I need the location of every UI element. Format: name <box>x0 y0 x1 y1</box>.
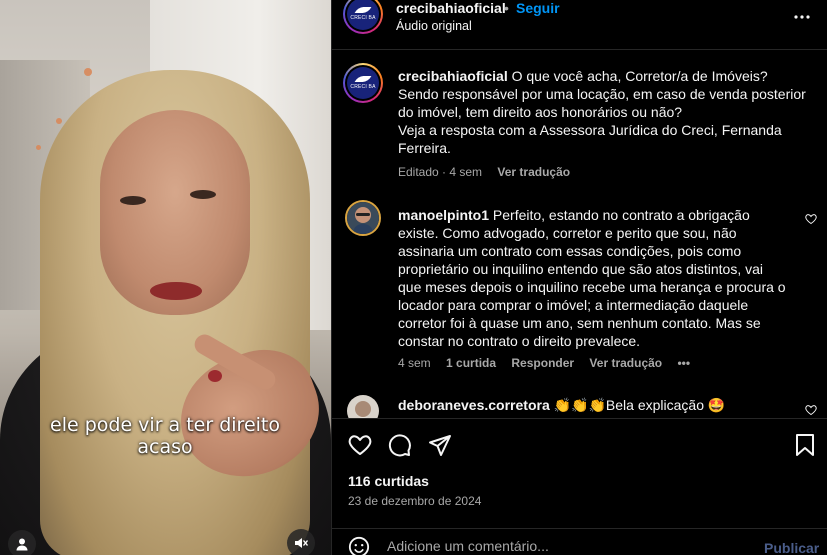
video-caption: ele pode vir a ter direito acaso <box>20 414 310 458</box>
follow-button[interactable]: Seguir <box>516 0 560 16</box>
person-eye <box>120 196 146 205</box>
user-icon <box>16 538 28 551</box>
video-caption-line: acaso <box>137 436 193 458</box>
post-header: CRECI BA crecibahiaoficial • Seguir Áudi… <box>332 0 827 50</box>
video-caption-line: ele pode vir a ter direito <box>50 414 280 436</box>
header-username[interactable]: crecibahiaoficial <box>396 0 506 16</box>
comment-body: Perfeito, estando no contrato a obrigaçã… <box>398 207 786 349</box>
comment-more-icon[interactable]: ••• <box>677 356 690 370</box>
comment-avatar[interactable] <box>345 200 381 236</box>
heart-icon[interactable] <box>348 433 372 457</box>
comment-avatar[interactable] <box>347 395 379 418</box>
like-comment-heart-icon[interactable] <box>805 213 817 225</box>
logo-wing-icon <box>354 76 372 82</box>
post-caption: crecibahiaoficial O que você acha, Corre… <box>398 67 810 157</box>
post-actions: 116 curtidas 23 de dezembro de 2024 <box>332 418 827 528</box>
comment-translate-link[interactable]: Ver tradução <box>589 356 662 370</box>
creci-logo: CRECI BA <box>347 67 379 99</box>
header-avatar[interactable]: CRECI BA <box>343 0 383 34</box>
comment-likes-link[interactable]: 1 curtida <box>446 356 496 370</box>
lamp-light <box>56 118 62 124</box>
caption-edited: Editado · 4 sem <box>398 165 483 179</box>
header-separator: • <box>504 0 509 16</box>
more-horizontal-icon[interactable] <box>793 8 811 26</box>
comment-username[interactable]: manoelpinto1 <box>398 207 489 223</box>
person-nail <box>208 370 222 382</box>
original-audio-link[interactable]: Áudio original <box>396 19 472 33</box>
comment-username[interactable]: deboraneves.corretora <box>398 397 550 413</box>
reply-button[interactable]: Responder <box>511 356 574 370</box>
mute-button[interactable] <box>287 529 315 555</box>
publish-button[interactable]: Publicar <box>764 540 819 555</box>
bookmark-icon[interactable] <box>794 433 816 457</box>
caption-text-2: Veja a resposta com a Assessora Jurídica… <box>398 122 782 156</box>
reel-video[interactable]: ele pode vir a ter direito acaso <box>0 0 331 555</box>
like-comment-heart-icon[interactable] <box>805 404 817 416</box>
logo-text: CRECI BA <box>350 84 376 90</box>
likes-count[interactable]: 116 curtidas <box>348 473 429 489</box>
comment-icon[interactable] <box>388 433 412 457</box>
comment-text: manoelpinto1 Perfeito, estando no contra… <box>398 206 790 350</box>
comment-meta: 4 sem 1 curtida Responder Ver tradução •… <box>398 356 702 370</box>
comment-text: deboraneves.corretora 👏👏👏Bela explicação… <box>398 396 790 414</box>
post-date: 23 de dezembro de 2024 <box>348 494 482 508</box>
caption-avatar[interactable]: CRECI BA <box>343 63 383 103</box>
speaker-muted-icon <box>295 538 308 548</box>
caption-meta: Editado · 4 sem Ver tradução <box>398 165 582 179</box>
comment-body: 👏👏👏Bela explicação 🤩 <box>549 397 726 413</box>
comment-input[interactable] <box>387 538 747 554</box>
share-icon[interactable] <box>428 433 452 457</box>
commenter-photo <box>347 202 379 234</box>
lamp-light <box>84 68 92 76</box>
post-panel: CRECI BA crecibahiaoficial • Seguir Áudi… <box>331 0 827 555</box>
lamp-light <box>36 145 41 150</box>
caption-translate-link[interactable]: Ver tradução <box>497 165 570 179</box>
comments-list[interactable]: CRECI BA crecibahiaoficial O que você ac… <box>332 51 827 418</box>
person-lips <box>150 282 202 300</box>
commenter-photo <box>347 395 379 418</box>
comment-composer: Publicar <box>332 528 827 555</box>
caption-username[interactable]: crecibahiaoficial <box>398 68 508 84</box>
comment-time: 4 sem <box>398 356 431 370</box>
emoji-icon[interactable] <box>348 536 370 555</box>
logo-text: CRECI BA <box>350 15 376 21</box>
person-eye <box>190 190 216 199</box>
logo-wing-icon <box>354 7 372 13</box>
tagged-users-button[interactable] <box>8 530 36 555</box>
